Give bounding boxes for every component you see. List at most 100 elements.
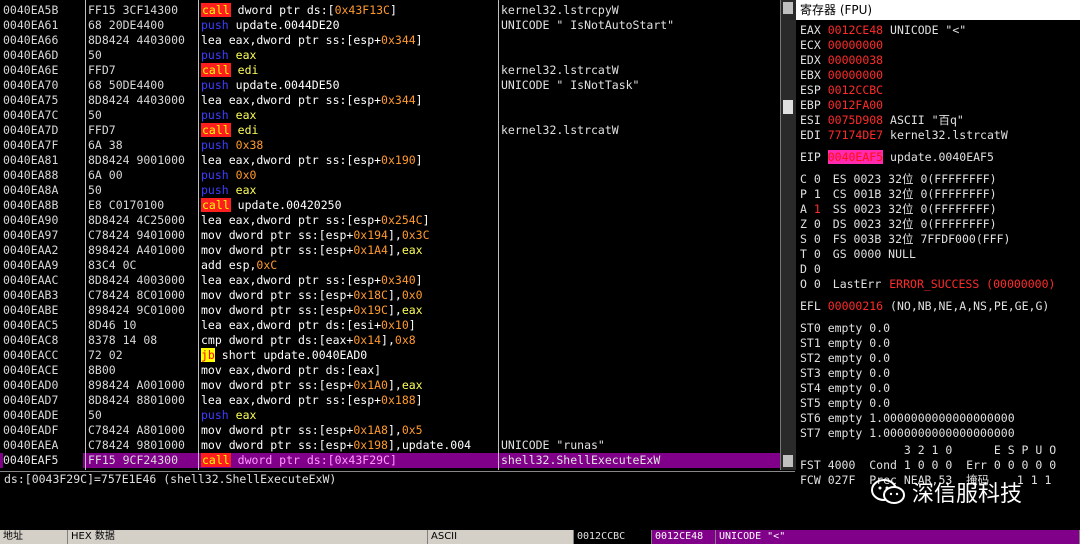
disasm-operand: dword ptr ss:[esp+ [228,378,354,392]
dump-addr-header[interactable]: 地址 [0,530,68,544]
disasm-mnemonic: push [201,168,229,182]
disasm-row[interactable]: 0040EA5B FF15 3CF14300 call dword ptr ds:[… [0,3,780,18]
fpu-st5[interactable]: ST5 empty 0.0 [800,396,890,411]
disasm-row[interactable]: 0040EA70 68 50DE4400 push update.0044DE50 U… [0,78,780,93]
disasm-row[interactable]: 0040EAEA C78424 9801000 mov dword ptr ss:[… [0,438,780,453]
register-ecx[interactable]: ECX 00000000 [800,38,890,53]
disasm-row[interactable]: 0040EA97 C78424 9401000 mov dword ptr ss:[… [0,228,780,243]
disasm-row[interactable]: 0040EA66 8D8424 4403000 lea eax,dword ptr … [0,33,780,48]
disassembly-pane[interactable]: 0040EA5B FF15 3CF14300 call dword ptr ds:[… [0,0,780,470]
disasm-address: 0040EAC8 [3,333,59,347]
disasm-comment [501,318,771,333]
register-eip[interactable]: EIP 0040EAF5 update.0040EAF5 [800,150,994,165]
disasm-address: 0040EA7C [3,108,59,122]
fpu-status-header-row[interactable]: 3 2 1 0 E S P U O [800,443,1056,458]
disasm-instruction: call dword ptr ds:[0x43F13C] [201,3,495,18]
disasm-row[interactable]: 0040EAA9 83C4 0C add esp,0xC [0,258,780,273]
register-efl[interactable]: EFL 00000216 (NO,NB,NE,A,NS,PE,GE,G) [800,299,1049,314]
disasm-row[interactable]: 0040EA8B E8 C0170100 call update.00420250 [0,198,780,213]
disasm-row[interactable]: 0040EAD0 898424 A001000 mov dword ptr ss:[… [0,378,780,393]
register-esp[interactable]: ESP 0012CCBC [800,83,890,98]
fpu-st4[interactable]: ST4 empty 0.0 [800,381,890,396]
disasm-operand: 0x1A0 [353,378,388,392]
disasm-row[interactable]: 0040EAF5 FF15 9CF24300 call dword ptr ds:[… [0,453,780,468]
disasm-row[interactable]: 0040EA7C 50 push eax [0,108,780,123]
disasm-row[interactable]: 0040EABE 898424 9C01000 mov dword ptr ss:[… [0,303,780,318]
dump-hex-header[interactable]: HEX 数据 [68,530,428,544]
register-name: EIP [800,150,821,164]
flag-row[interactable]: D 0 [800,262,833,277]
disasm-instruction: mov dword ptr ss:[esp+0x19C],eax [201,303,495,318]
flag-row[interactable]: T 0 GS 0000 NULL [800,247,916,262]
disasm-row[interactable]: 0040EA88 6A 00 push 0x0 [0,168,780,183]
fpu-status-row[interactable]: FST 4000 Cond 1 0 0 0 Err 0 0 0 0 0 [800,458,1056,473]
disasm-row[interactable]: 0040EAB3 C78424 8C01000 mov dword ptr ss:[… [0,288,780,303]
fpu-st2[interactable]: ST2 empty 0.0 [800,351,890,366]
disasm-row[interactable]: 0040EA81 8D8424 9001000 lea eax,dword ptr … [0,153,780,168]
column-divider [498,0,499,470]
register-ebx[interactable]: EBX 00000000 [800,68,890,83]
disasm-row[interactable]: 0040EAD7 8D8424 8801000 lea eax,dword ptr … [0,393,780,408]
stack-value[interactable]: 0012CE48 [652,530,716,544]
scroll-thumb[interactable] [783,100,793,114]
fpu-st7[interactable]: ST7 empty 1.0000000000000000000 [800,426,1015,441]
disasm-row[interactable]: 0040EAC5 8D46 10 lea eax,dword ptr ds:[esi… [0,318,780,333]
flag-row[interactable]: A 1 SS 0023 32位 0(FFFFFFFF) [800,202,997,217]
disasm-row[interactable]: 0040EAAC 8D8424 4003000 lea eax,dword ptr … [0,273,780,288]
disasm-row[interactable]: 0040EAA2 898424 A401000 mov dword ptr ss:[… [0,243,780,258]
disasm-hex: 50 [88,48,102,62]
disasm-operand: ] [415,273,423,287]
info-pane[interactable]: ds:[0043F29C]=757E1E46 (shell32.ShellExe… [0,471,795,531]
disasm-hex: 8D8424 4003000 [88,273,185,287]
register-esi[interactable]: ESI 0075D908 ASCII "百q" [800,113,964,128]
disasm-row[interactable]: 0040EA6E FFD7 call edi kernel32.lstrcatW [0,63,780,78]
register-edx[interactable]: EDX 00000038 [800,53,890,68]
disasm-row[interactable]: 0040EACE 8B00 mov eax,dword ptr ds:[eax] [0,363,780,378]
registers-pane[interactable]: 寄存器 (FPU) EAX 0012CE48 UNICODE "<" ECX 00… [796,0,1080,530]
disasm-instruction: add esp,0xC [201,258,495,273]
disasm-row[interactable]: 0040EA90 8D8424 4C25000 lea eax,dword ptr … [0,213,780,228]
disasm-address: 0040EAA9 [3,258,59,272]
stack-comment[interactable]: UNICODE "<" [716,530,1080,544]
disasm-row[interactable]: 0040EA61 68 20DE4400 push update.0044DE20 U… [0,18,780,33]
disasm-row[interactable]: 0040EA75 8D8424 4403000 lea eax,dword ptr … [0,93,780,108]
flag-row[interactable]: S 0 FS 003B 32位 7FFDF000(FFF) [800,232,1010,247]
disasm-instruction: mov dword ptr ss:[esp+0x194],0x3C [201,228,495,243]
flag-row[interactable]: C 0 ES 0023 32位 0(FFFFFFFF) [800,172,997,187]
register-ebp[interactable]: EBP 0012FA00 [800,98,890,113]
fpu-st0[interactable]: ST0 empty 0.0 [800,321,890,336]
fpu-st6[interactable]: ST6 empty 1.0000000000000000000 [800,411,1015,426]
flag-row[interactable]: Z 0 DS 0023 32位 0(FFFFFFFF) [800,217,997,232]
register-comment: update.0040EAF5 [890,150,994,164]
scroll-up-button[interactable] [783,2,793,14]
flag-row[interactable]: P 1 CS 001B 32位 0(FFFFFFFF) [800,187,997,202]
lasterr-row[interactable]: O 0 LastErr ERROR_SUCCESS (00000000) [800,277,1055,292]
disasm-row[interactable]: 0040EA7F 6A 38 push 0x38 [0,138,780,153]
disasm-row[interactable]: 0040EAC8 8378 14 08 cmp dword ptr ds:[eax+… [0,333,780,348]
disassembly-scrollbar[interactable] [780,0,796,470]
disasm-operand: update.0044DE50 [235,78,340,92]
disasm-address: 0040EA88 [3,168,59,182]
disasm-row[interactable]: 0040EADF C78424 A801000 mov dword ptr ss:[… [0,423,780,438]
disasm-row[interactable]: 0040EA7D FFD7 call edi kernel32.lstrcatW [0,123,780,138]
disasm-row[interactable]: 0040EACC 72 02 jb short update.0040EAD0 [0,348,780,363]
disasm-mnemonic: lea [201,318,222,332]
disasm-comment: UNICODE "runas" [501,438,605,452]
disasm-operand: ], [387,303,402,317]
disasm-row[interactable]: 0040EA6D 50 push eax [0,48,780,63]
disasm-row[interactable]: 0040EADE 50 push eax [0,408,780,423]
disasm-operand: eax,dword ptr ss:[esp+ [228,33,382,47]
disasm-instruction: mov dword ptr ss:[esp+0x1A4],eax [201,243,495,258]
stack-address[interactable]: 0012CCBC [574,530,652,544]
fpu-st1[interactable]: ST1 empty 0.0 [800,336,890,351]
dump-ascii-header[interactable]: ASCII [428,530,574,544]
register-edi[interactable]: EDI 77174DE7 kernel32.lstrcatW [800,128,1008,143]
fpu-st3[interactable]: ST3 empty 0.0 [800,366,890,381]
disasm-operand: ] [415,33,423,47]
register-eax[interactable]: EAX 0012CE48 UNICODE "<" [800,23,966,38]
disasm-instruction: push 0x38 [201,138,495,153]
disasm-row[interactable]: 0040EA8A 50 push eax [0,183,780,198]
flag-value: C 0 [800,172,821,186]
disasm-operand: ], [381,333,395,347]
scroll-down-button[interactable] [783,455,793,467]
